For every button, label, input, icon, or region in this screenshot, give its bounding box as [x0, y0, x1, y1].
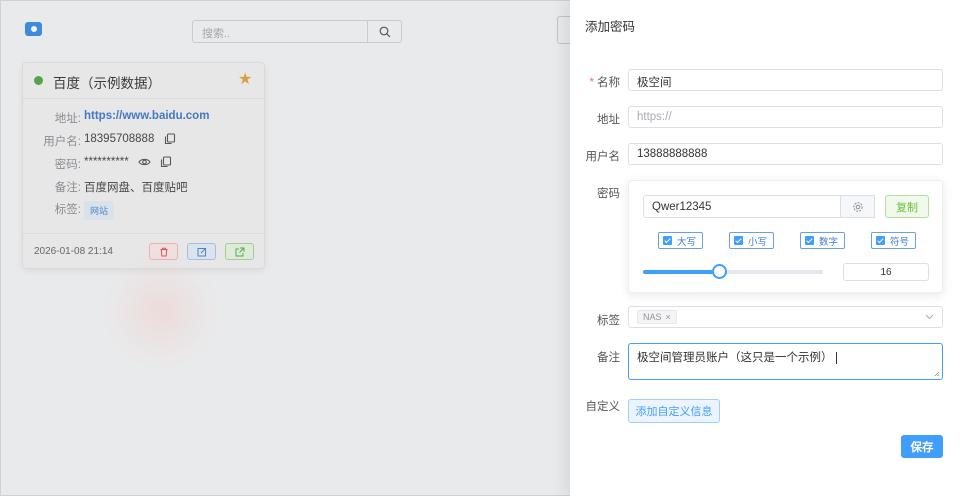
card-username-value: 18395708888: [84, 133, 176, 145]
name-label-text: 名称: [597, 77, 620, 89]
copy-icon[interactable]: [160, 156, 172, 168]
edit-icon: [197, 247, 206, 256]
password-card[interactable]: 百度（示例数据） ★ 地址: https://www.baidu.com 用户名…: [22, 62, 265, 269]
text-cursor: [835, 351, 837, 364]
app-logo-icon[interactable]: [25, 22, 42, 36]
length-slider-fill: [643, 270, 719, 274]
close-icon[interactable]: ×: [666, 312, 671, 322]
password-generator-panel: Qwer12345 复制 大写 小写 数字 符号 16: [628, 180, 943, 293]
drawer-title: 添加密码: [585, 20, 636, 34]
password-label: 密码: [597, 188, 620, 200]
edit-button[interactable]: [187, 243, 216, 260]
length-input[interactable]: 16: [843, 263, 929, 281]
add-password-drawer: 添加密码 * 名称 极空间 地址 https:// 用户名 13888888888…: [570, 0, 960, 496]
resize-handle-icon[interactable]: [934, 371, 940, 377]
copy-password-button[interactable]: 复制: [885, 195, 929, 218]
status-dot-icon: [34, 76, 43, 85]
share-icon: [235, 247, 244, 256]
checkbox-checked-icon: [734, 236, 743, 245]
search-icon: [379, 26, 390, 37]
share-button[interactable]: [225, 243, 254, 260]
tag-chip-text: NAS: [643, 312, 662, 322]
name-label: * 名称: [570, 74, 620, 90]
length-slider[interactable]: [643, 264, 823, 279]
card-date: 2026-01-08 21:14: [34, 246, 113, 257]
chevron-down-icon: [925, 314, 934, 320]
search-placeholder: 搜索..: [202, 28, 231, 40]
username-text: 18395708888: [84, 133, 155, 146]
card-header: 百度（示例数据） ★: [23, 63, 264, 99]
note-text: 极空间管理员账户（这只是一个示例）: [637, 352, 833, 364]
url-input[interactable]: https://: [628, 106, 943, 128]
eye-icon[interactable]: [138, 156, 151, 168]
search-button[interactable]: [367, 21, 401, 42]
note-label: 备注: [597, 352, 620, 364]
card-field-key: 密码:: [54, 159, 81, 171]
card-title: 百度（示例数据）: [53, 76, 161, 91]
tags-select[interactable]: NAS ×: [628, 306, 943, 328]
tag-badge[interactable]: 网站: [84, 201, 115, 220]
option-label: 大写: [677, 236, 697, 248]
card-url-link[interactable]: https://www.baidu.com: [84, 110, 209, 122]
search-box[interactable]: 搜索..: [192, 20, 402, 43]
url-label: 地址: [597, 114, 620, 126]
option-label: 小写: [748, 236, 768, 248]
note-textarea[interactable]: 极空间管理员账户（这只是一个示例）: [628, 343, 943, 380]
username-input[interactable]: 13888888888: [628, 143, 943, 165]
card-divider: [23, 233, 264, 234]
card-tags-value: 网站: [84, 201, 115, 220]
favorite-star-icon[interactable]: ★: [238, 69, 252, 89]
background-glow: [101, 251, 221, 371]
gear-icon: [852, 201, 863, 212]
option-symbols-checkbox[interactable]: 符号: [871, 232, 917, 249]
hidden-toolbar-edge: [557, 16, 571, 44]
option-digits-checkbox[interactable]: 数字: [800, 232, 846, 249]
option-uppercase-checkbox[interactable]: 大写: [658, 232, 704, 249]
tag-chip: NAS ×: [637, 310, 677, 324]
card-field-key: 用户名:: [43, 136, 81, 148]
password-mask-text: **********: [84, 156, 129, 169]
custom-label: 自定义: [585, 401, 621, 413]
save-button[interactable]: 保存: [901, 435, 943, 458]
card-note-value: 百度网盘、百度贴吧: [84, 182, 188, 194]
card-password-value: **********: [84, 156, 172, 168]
card-field-key: 地址:: [54, 113, 81, 125]
required-asterisk: *: [589, 77, 594, 89]
option-label: 数字: [819, 236, 839, 248]
checkbox-checked-icon: [876, 236, 885, 245]
card-field-key: 备注:: [54, 182, 81, 194]
option-label: 符号: [890, 236, 910, 248]
card-field-key: 标签:: [54, 204, 81, 216]
copy-icon[interactable]: [164, 133, 176, 145]
name-input[interactable]: 极空间: [628, 69, 943, 91]
username-label: 用户名: [585, 151, 621, 163]
option-lowercase-checkbox[interactable]: 小写: [729, 232, 775, 249]
checkbox-checked-icon: [805, 236, 814, 245]
generate-password-button[interactable]: [840, 195, 875, 218]
tags-label: 标签: [597, 315, 620, 327]
checkbox-checked-icon: [663, 236, 672, 245]
add-custom-info-button[interactable]: 添加自定义信息: [628, 399, 720, 423]
length-slider-thumb[interactable]: [712, 264, 727, 279]
